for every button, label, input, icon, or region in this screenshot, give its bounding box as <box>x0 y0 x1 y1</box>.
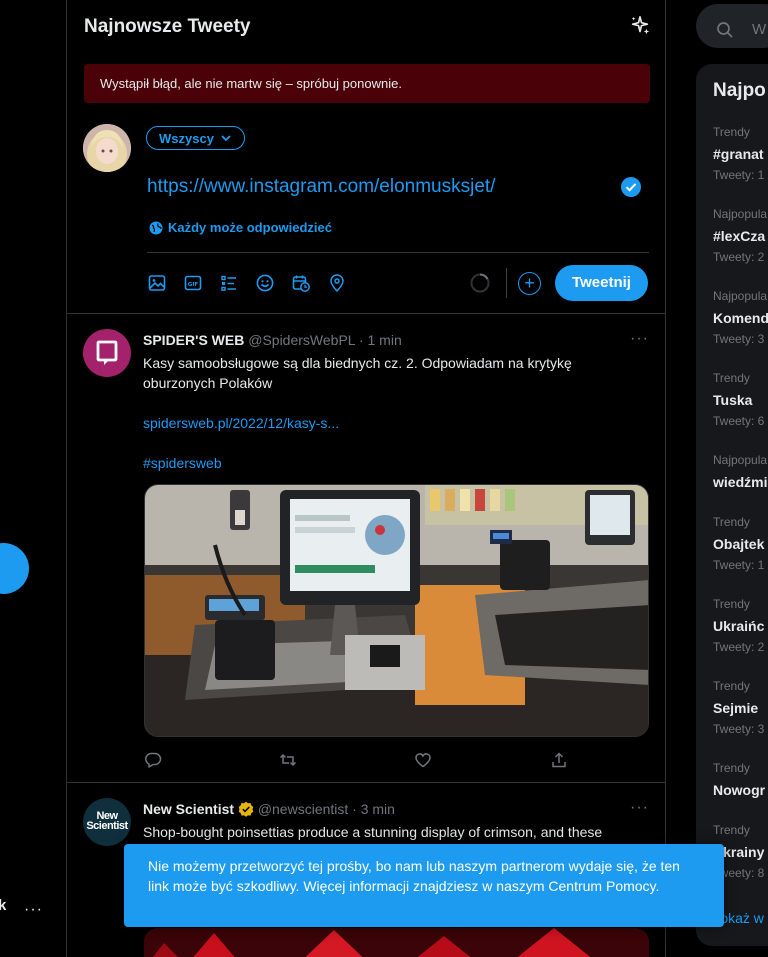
audience-selector[interactable]: Wszyscy <box>146 126 245 150</box>
tweet-button[interactable]: Tweetnij <box>555 265 648 301</box>
tweet-text: Shop-bought poinsettias produce a stunni… <box>143 824 603 840</box>
reply-icon[interactable] <box>144 751 162 769</box>
author-handle[interactable]: @SpidersWebPL <box>248 332 355 348</box>
trend-item[interactable]: Trendy Nowogr <box>713 761 768 798</box>
gif-icon[interactable]: GIF <box>183 273 203 293</box>
trend-context: Trendy <box>713 823 750 837</box>
author-name[interactable]: New Scientist <box>143 801 234 817</box>
page-title: Najnowsze Tweety <box>84 16 251 37</box>
trend-item[interactable]: Trendy Tuska Tweety: 6 <box>713 371 768 428</box>
avatar-text-line-2: Scientist <box>86 820 128 832</box>
trend-name: wiedźmi <box>713 474 768 490</box>
image-icon[interactable] <box>147 273 167 293</box>
trend-name: #lexCza <box>713 228 766 244</box>
search-input[interactable]: W <box>696 4 768 48</box>
tweet-photo[interactable] <box>144 484 649 737</box>
tweet[interactable]: SPIDER'S WEB @SpidersWebPL · 1 min ··· K… <box>67 314 665 783</box>
trend-count: Tweety: 1 <box>713 168 765 182</box>
trends-panel: Najpo Trendy #granat Tweety: 1 Najpopula #le… <box>696 64 768 946</box>
compose-textarea[interactable]: https://www.instagram.com/elonmusksjet/ <box>147 176 495 198</box>
more-options-icon[interactable]: ··· <box>630 330 649 348</box>
trend-context: Trendy <box>713 761 750 775</box>
trend-item[interactable]: Trendy Ukraińc Tweety: 2 <box>713 597 768 654</box>
tweet-time[interactable]: · 1 min <box>359 332 402 348</box>
svg-text:GIF: GIF <box>188 282 199 288</box>
user-avatar[interactable] <box>83 124 131 172</box>
reply-setting-label: Każdy może odpowiedzieć <box>168 220 332 235</box>
trend-name: Ukraińc <box>713 618 765 634</box>
like-icon[interactable] <box>414 751 432 769</box>
main-timeline: Najnowsze Tweety Wystąpił błąd, ale nie … <box>66 0 666 957</box>
tweet-hashtag[interactable]: #spidersweb <box>143 453 643 473</box>
composer-divider <box>147 252 649 253</box>
reply-setting[interactable]: Każdy może odpowiedzieć <box>149 220 332 235</box>
account-more-button[interactable]: ··· <box>24 901 43 919</box>
trend-item[interactable]: Najpopula wiedźmi <box>713 453 768 490</box>
search-icon <box>717 22 733 38</box>
right-sidebar: W Najpo Trendy #granat Tweety: 1 Najpopula #… <box>696 0 768 957</box>
verified-badge-icon <box>238 801 254 817</box>
author-avatar[interactable]: New Scientist <box>83 798 131 846</box>
share-icon[interactable] <box>550 751 568 769</box>
trend-context: Najpopula <box>713 207 768 221</box>
trend-name: Obajtek <box>713 536 765 552</box>
trend-item[interactable]: Trendy Obajtek Tweety: 1 <box>713 515 768 572</box>
trend-item[interactable]: Trendy Sejmie Tweety: 3 <box>713 679 768 736</box>
audience-label: Wszyscy <box>159 130 214 146</box>
tweet-text: Kasy samoobsługowe są dla biednych cz. 2… <box>143 353 643 473</box>
trend-name: Sejmie <box>713 700 759 716</box>
trend-context: Trendy <box>713 371 750 385</box>
location-icon[interactable] <box>327 273 347 293</box>
tweet-time[interactable]: · 3 min <box>352 801 395 817</box>
emoji-icon[interactable] <box>255 273 275 293</box>
trend-count: Tweety: 3 <box>713 332 765 346</box>
trend-name: Nowogr <box>713 782 766 798</box>
trend-context: Najpopula <box>713 289 768 303</box>
author-name[interactable]: SPIDER'S WEB <box>143 332 244 348</box>
compose-tweet-fab[interactable] <box>0 543 29 594</box>
trend-context: Trendy <box>713 679 750 693</box>
author-handle[interactable]: @newscientist <box>258 801 348 817</box>
tweet-header: SPIDER'S WEB @SpidersWebPL · 1 min <box>143 332 402 348</box>
character-progress-ring <box>470 273 490 293</box>
error-toast: Nie możemy przetworzyć tej prośby, bo na… <box>124 844 724 927</box>
trend-count: Tweety: 2 <box>713 250 765 264</box>
trend-context: Najpopula <box>713 453 768 467</box>
globe-icon <box>149 221 163 234</box>
retweet-icon[interactable] <box>279 751 297 769</box>
schedule-icon[interactable] <box>291 273 311 293</box>
poll-icon[interactable] <box>219 273 239 293</box>
more-options-icon[interactable]: ··· <box>630 799 649 817</box>
error-banner: Wystąpił błąd, ale nie martw się – sprób… <box>84 64 650 103</box>
tweet-text-content: Kasy samoobsługowe są dla biednych cz. 2… <box>143 355 572 391</box>
trend-item[interactable]: Trendy #granat Tweety: 1 <box>713 125 768 182</box>
tweet-photo[interactable] <box>144 928 649 957</box>
chevron-down-icon <box>221 135 231 142</box>
search-placeholder: W <box>752 21 767 38</box>
left-nav: k ··· <box>0 0 66 957</box>
account-name-partial: k <box>0 897 7 914</box>
trend-count: Tweety: 3 <box>713 722 765 736</box>
sparkle-icon[interactable] <box>629 15 651 37</box>
add-thread-button[interactable]: + <box>518 272 541 295</box>
trend-count: Tweety: 2 <box>713 640 765 654</box>
trends-title: Najpo <box>713 80 766 101</box>
tweet-link[interactable]: spidersweb.pl/2022/12/kasy-s... <box>143 413 643 433</box>
tweet-composer: Wszyscy https://www.instagram.com/elonmu… <box>67 110 665 314</box>
check-circle-icon <box>621 177 641 197</box>
trend-context: Trendy <box>713 515 750 529</box>
trend-item[interactable]: Najpopula Komend Tweety: 3 <box>713 289 768 346</box>
trend-count: Tweety: 6 <box>713 414 765 428</box>
author-avatar[interactable] <box>83 329 131 377</box>
trend-context: Trendy <box>713 125 750 139</box>
trend-count: Tweety: 1 <box>713 558 765 572</box>
trend-name: #granat <box>713 146 764 162</box>
trend-item[interactable]: Najpopula #lexCza Tweety: 2 <box>713 207 768 264</box>
trend-name: Tuska <box>713 392 753 408</box>
trend-context: Trendy <box>713 597 750 611</box>
timeline-header: Najnowsze Tweety <box>67 0 665 54</box>
toolbar-divider <box>506 268 507 298</box>
trend-name: Komend <box>713 310 768 326</box>
tweet-header: New Scientist @newscientist · 3 min <box>143 801 395 817</box>
